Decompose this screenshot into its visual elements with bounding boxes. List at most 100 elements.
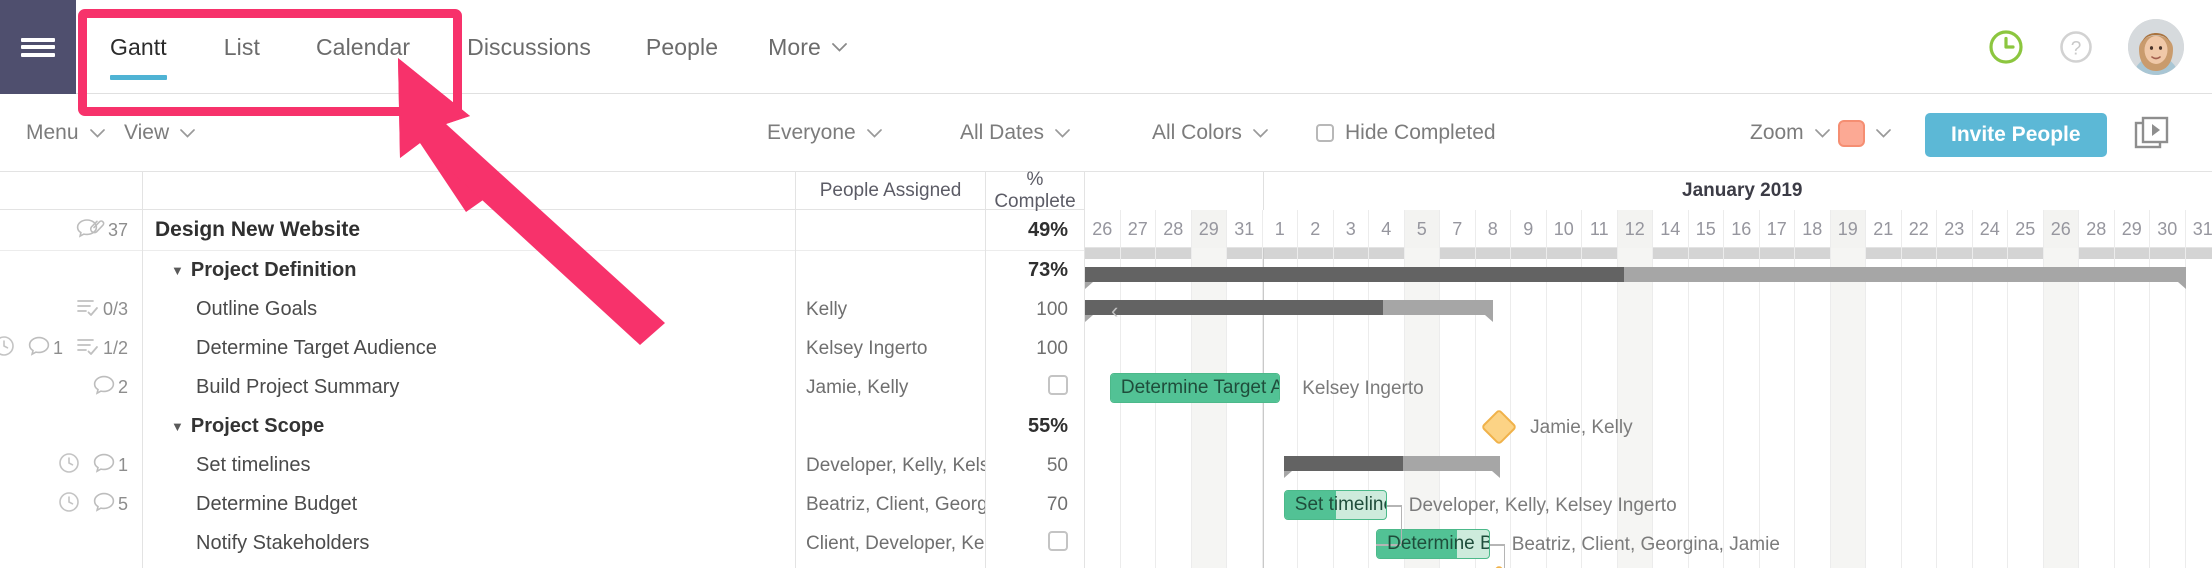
percent-complete-cell[interactable]: 50 [986,446,1084,485]
task-name[interactable]: Determine Budget [143,493,357,516]
dates-filter-dropdown[interactable]: All Dates [960,94,1070,172]
gantt-gridline [1652,248,1653,568]
task-name[interactable]: Determine Target Audience [143,337,437,360]
percent-complete-cell[interactable]: 100 [986,290,1084,329]
table-row[interactable]: Determine Budget [143,485,795,524]
menu-dropdown[interactable]: Menu [26,94,105,172]
percent-complete-cell[interactable] [986,368,1084,407]
task-name[interactable]: Set timelines [143,454,311,477]
task-name-label: Design New Website [155,218,360,241]
comment-attachment-icon[interactable]: 37 [75,217,128,244]
tab-calendar-label: Calendar [315,33,411,60]
chevron-left-icon[interactable]: ‹ [1111,298,1118,324]
comment-icon[interactable]: 1 [93,453,128,478]
percent-complete-cell[interactable]: 49% [986,210,1084,251]
people-assigned-cell[interactable]: Beatriz, Client, Georgi [796,485,985,524]
table-row[interactable]: Build Project Summary [143,368,795,407]
gantt-task-bar[interactable]: Determine Budget [1376,529,1490,559]
gantt-task-bar[interactable]: Determine Target Audience [1109,373,1281,403]
timer-clock-icon[interactable] [1984,25,2028,69]
complete-checkbox[interactable] [1048,530,1068,551]
zoom-dropdown-label: Zoom [1750,121,1804,144]
table-row[interactable]: Design New Website [143,210,795,251]
clock-icon[interactable] [0,335,15,362]
clock-icon[interactable] [58,491,80,518]
people-assigned-cell[interactable] [796,407,985,446]
everyone-filter-dropdown[interactable]: Everyone [767,94,882,172]
task-name[interactable]: ▼ Project Scope [143,415,324,438]
people-assigned-cell[interactable]: Kelly [796,290,985,329]
task-name[interactable]: Build Project Summary [143,376,399,399]
table-row[interactable]: Outline Goals [143,290,795,329]
tab-more[interactable]: More [768,0,847,94]
zoom-dropdown[interactable]: Zoom [1750,94,1830,172]
gantt-summary-bar[interactable] [1085,267,2186,289]
gantt-milestone-diamond[interactable] [1480,564,1518,568]
people-assigned-cell[interactable]: Developer, Kelly, Kels [796,446,985,485]
color-swatch-icon[interactable] [1838,119,1865,147]
gantt-day-cell: 3 [1334,210,1369,248]
task-name[interactable]: Outline Goals [143,298,317,321]
percent-complete-cell[interactable]: 73% [986,251,1084,290]
percent-value-text: 100 [1036,337,1068,359]
table-row[interactable]: Notify Stakeholders [143,524,795,563]
gantt-day-cell: 26 [1085,210,1121,248]
tab-calendar[interactable]: Calendar [316,0,410,94]
people-assigned-cell[interactable] [796,251,985,290]
comment-icon[interactable]: 5 [93,492,128,517]
table-row[interactable]: ▼ Project Scope [143,407,795,446]
presentation-play-icon[interactable] [2133,94,2171,172]
task-name[interactable]: Design New Website [143,218,360,242]
task-name[interactable]: Notify Stakeholders [143,532,369,555]
gantt-milestone-diamond[interactable] [1480,408,1518,446]
percent-complete-value: 55% [986,415,1084,438]
indicator-column-header [0,172,142,210]
help-question-icon[interactable]: ? [2054,25,2098,69]
table-row[interactable]: Determine Target Audience [143,329,795,368]
tab-list[interactable]: List [224,0,260,94]
indicator-value: 1/2 [102,338,128,358]
collapse-caret-icon[interactable]: ▼ [171,264,184,277]
table-row[interactable]: Set timelines [143,446,795,485]
tab-discussions[interactable]: Discussions [467,0,591,94]
people-assigned-cell[interactable]: Client, Developer, Kel [796,524,985,563]
view-dropdown[interactable]: View [124,94,195,172]
tab-gantt[interactable]: Gantt [110,0,167,94]
checklist-icon[interactable]: 0/3 [76,297,128,322]
task-name[interactable]: ▼ Project Definition [143,259,356,282]
gantt-gridline [1758,248,1760,568]
percent-complete-cell[interactable] [986,524,1084,563]
color-picker-dropdown[interactable] [1838,94,1891,172]
percent-value-text: 50 [1046,454,1068,476]
invite-people-button[interactable]: Invite People [1925,113,2107,157]
people-assigned-cell[interactable] [796,210,985,251]
gantt-summary-bar[interactable] [1283,456,1501,478]
indicator-value: 1 [117,455,128,475]
user-avatar[interactable] [2128,19,2184,75]
percent-complete-cell[interactable]: 100 [986,329,1084,368]
percent-complete-cell[interactable]: 70 [986,485,1084,524]
people-assigned-cell[interactable]: Kelsey Ingerto [796,329,985,368]
comment-icon[interactable]: 2 [93,375,128,400]
people-assigned-cell[interactable]: Jamie, Kelly [796,368,985,407]
percent-complete-cell[interactable]: 55% [986,407,1084,446]
percent-value-text: 55% [1027,415,1068,437]
table-row[interactable]: ▼ Project Definition [143,251,795,290]
complete-checkbox[interactable] [1048,374,1068,395]
colors-filter-dropdown[interactable]: All Colors [1152,94,1268,172]
comment-icon[interactable]: 1 [28,336,63,361]
gantt-milestone-caption: Jamie, Kelly [1530,417,1633,438]
hamburger-menu-button[interactable] [0,0,76,94]
clock-icon[interactable] [58,452,80,479]
gantt-chart-body[interactable]: Determine Target Audience Kelsey Ingerto J… [1085,248,2212,568]
collapse-caret-icon[interactable]: ▼ [171,420,184,433]
gantt-task-bar[interactable]: Set timelines [1283,490,1387,520]
hide-completed-checkbox[interactable] [1316,124,1334,142]
gantt-chart[interactable]: January 2019 26 27 28 29 31 1 2 3 4 5 7 8 9 10 11 12 14 1… [1085,172,2212,568]
gantt-gridline [1687,248,1689,568]
hide-completed-toggle[interactable]: Hide Completed [1316,94,1496,172]
checklist-icon[interactable]: 1/2 [76,336,128,361]
tab-people[interactable]: People [646,0,718,94]
gantt-summary-bar[interactable] [1085,300,1494,322]
percent-value-text: 73% [1027,259,1068,281]
